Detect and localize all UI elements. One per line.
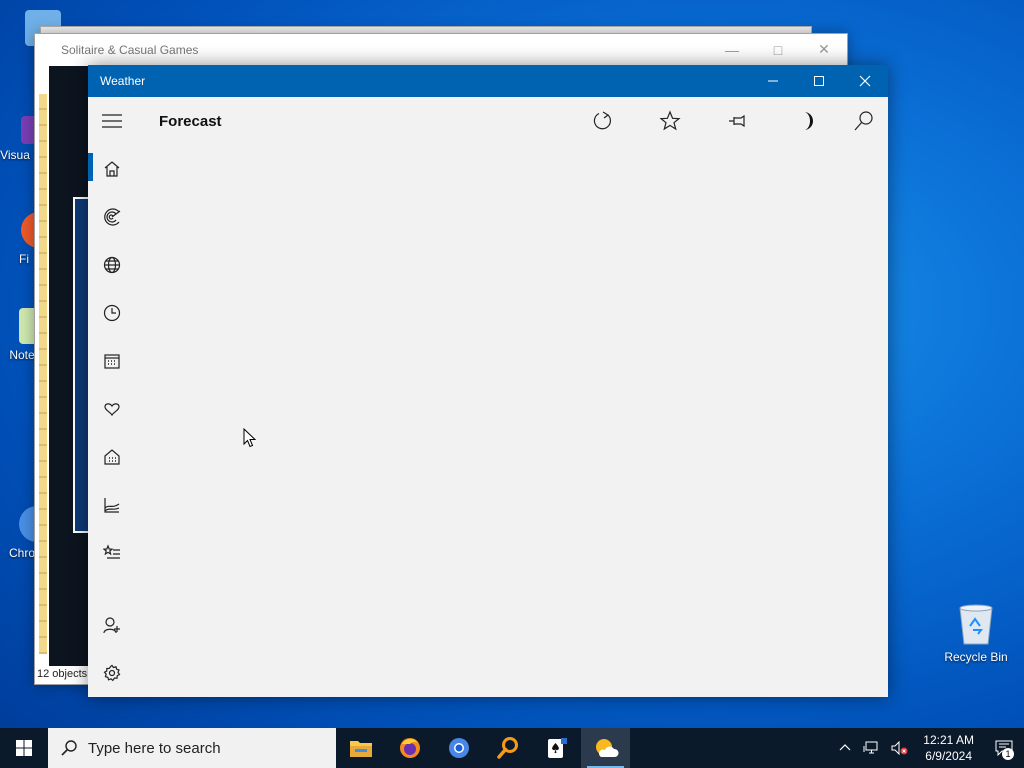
maximize-button[interactable]: □	[755, 34, 801, 65]
solitaire-icon	[547, 738, 567, 758]
search-icon	[61, 740, 77, 756]
window-title: Solitaire & Casual Games	[61, 42, 199, 57]
search-icon	[854, 111, 873, 131]
close-button[interactable]	[842, 65, 888, 97]
nav-item-forecast[interactable]	[88, 145, 136, 193]
taskbar-solitaire[interactable]	[532, 728, 581, 768]
action-center-button[interactable]: 1	[984, 728, 1024, 768]
weather-titlebar[interactable]: Weather	[88, 65, 888, 97]
nav-item-favorites[interactable]	[88, 529, 136, 577]
taskbar-search-app[interactable]	[483, 728, 532, 768]
volume-button[interactable]	[885, 741, 915, 755]
recycle-bin-label: Recycle Bin	[944, 650, 1008, 664]
nav-item-historical[interactable]	[88, 289, 136, 337]
window-title: Weather	[100, 74, 146, 88]
nav-scroll-area[interactable]	[88, 145, 136, 585]
refresh-button[interactable]	[568, 97, 636, 145]
maximize-icon	[814, 76, 824, 86]
favorites-list-icon	[103, 544, 120, 559]
chrome-icon	[448, 738, 469, 758]
recycle-bin-icon	[959, 604, 993, 645]
file-list-stripe	[39, 94, 47, 654]
file-explorer-icon	[349, 741, 372, 757]
favorite-icon	[659, 110, 681, 131]
monthly-icon	[104, 354, 120, 369]
favorite-button[interactable]	[636, 97, 704, 145]
refresh-icon	[593, 111, 612, 130]
chevron-up-icon	[839, 744, 851, 751]
taskbar-firefox[interactable]	[385, 728, 434, 768]
page-title: Forecast	[159, 112, 222, 130]
clock[interactable]: 12:21 AM 6/9/2024	[915, 732, 984, 764]
close-button[interactable]: ✕	[801, 34, 847, 65]
theme-icon	[804, 112, 813, 130]
nav-item-health[interactable]	[88, 385, 136, 433]
taskbar-chrome[interactable]	[434, 728, 483, 768]
side-navigation	[88, 145, 136, 697]
world-icon	[103, 256, 121, 274]
show-hidden-icons-button[interactable]	[833, 742, 857, 754]
minimize-button[interactable]	[750, 65, 796, 97]
system-tray: 12:21 AM 6/9/2024 1	[833, 728, 1024, 768]
nav-item-more[interactable]	[88, 577, 136, 585]
pin-button[interactable]	[704, 97, 772, 145]
search-button[interactable]	[840, 97, 888, 145]
taskbar-search-box[interactable]: Type here to search	[48, 728, 336, 768]
clock-date: 6/9/2024	[925, 749, 972, 763]
taskbar-file-explorer[interactable]	[336, 728, 385, 768]
account-icon	[103, 617, 120, 634]
home-icon	[104, 161, 120, 177]
app-header: Forecast	[88, 97, 888, 145]
network-icon	[863, 741, 878, 754]
recycle-bin[interactable]: Recycle Bin	[940, 602, 1012, 664]
clock-time: 12:21 AM	[923, 733, 974, 747]
volume-muted-icon	[891, 741, 908, 755]
taskbar-weather[interactable]	[581, 728, 630, 768]
network-button[interactable]	[857, 741, 885, 755]
hamburger-icon	[102, 114, 122, 128]
nav-item-account[interactable]	[88, 601, 136, 649]
start-button[interactable]	[0, 728, 48, 768]
toolbar	[568, 97, 888, 145]
theme-button[interactable]	[772, 97, 840, 145]
nav-item-maps[interactable]	[88, 193, 136, 241]
health-icon	[104, 403, 120, 417]
close-icon	[859, 75, 871, 87]
nav-item-news[interactable]	[88, 433, 136, 481]
taskbar: Type here to search 12:21 AM 6/9/2024 1	[0, 728, 1024, 768]
nav-item-monthly[interactable]	[88, 337, 136, 385]
weather-icon	[595, 739, 619, 757]
status-bar: 12 objects	[37, 668, 88, 680]
nav-item-settings[interactable]	[88, 649, 136, 697]
news-icon	[104, 449, 120, 465]
nav-item-world-weather[interactable]	[88, 241, 136, 289]
firefox-icon	[399, 738, 420, 758]
settings-icon	[103, 664, 121, 682]
nav-item-pollen[interactable]	[88, 481, 136, 529]
historical-icon	[103, 304, 121, 322]
search-app-icon	[496, 737, 518, 759]
pin-icon	[729, 114, 745, 128]
search-placeholder: Type here to search	[88, 739, 221, 757]
maps-icon	[104, 208, 121, 226]
hamburger-menu-button[interactable]	[88, 97, 136, 145]
notification-badge: 1	[1002, 748, 1014, 760]
weather-window[interactable]: Weather Forecast	[88, 65, 888, 697]
windows-icon	[16, 740, 32, 756]
pollen-icon	[104, 498, 120, 513]
minimize-icon	[768, 80, 778, 82]
maximize-button[interactable]	[796, 65, 842, 97]
mouse-cursor-icon	[243, 428, 257, 448]
minimize-button[interactable]: —	[709, 34, 755, 65]
